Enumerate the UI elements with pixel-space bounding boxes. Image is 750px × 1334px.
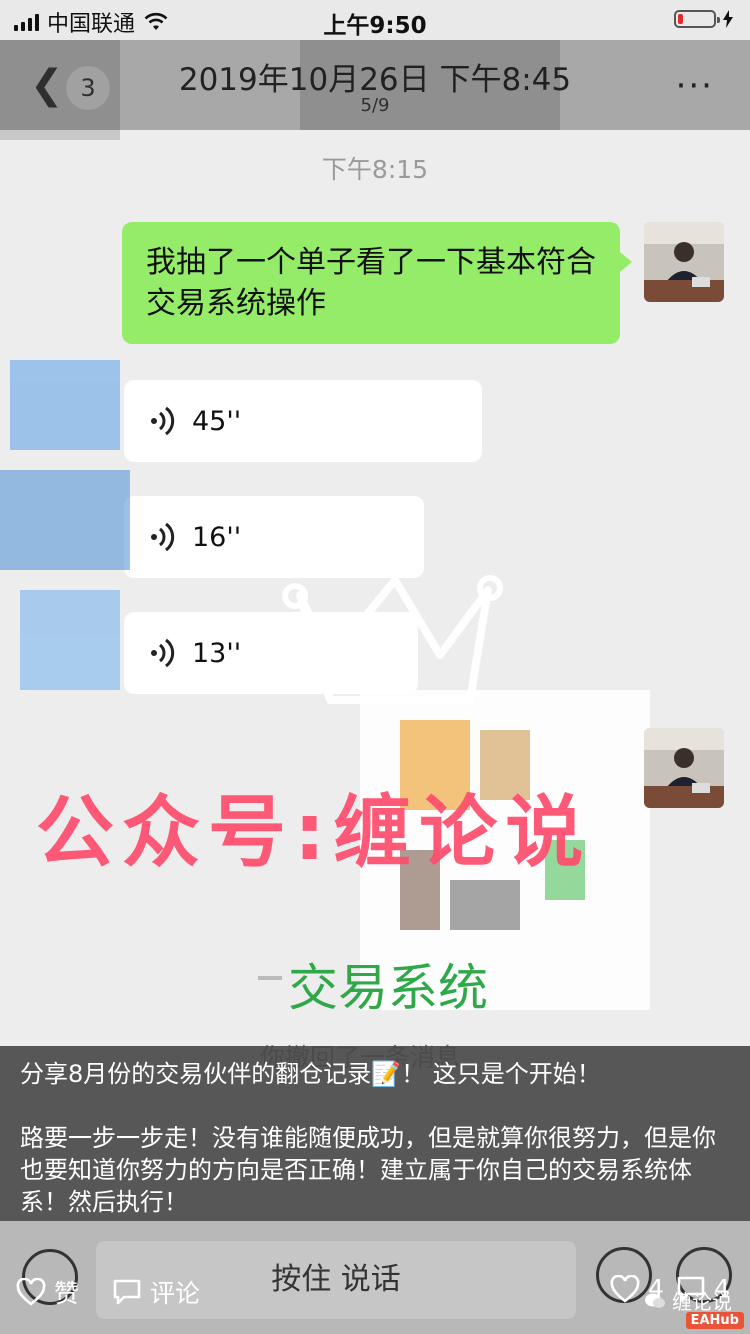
like-button[interactable]: 赞 xyxy=(16,1274,79,1310)
comment-label: 评论 xyxy=(150,1279,201,1308)
brand-watermark: 缠论说 xyxy=(644,1286,732,1315)
wechat-icon xyxy=(645,1293,665,1308)
caption-line: 分享8月份的交易伙伴的翻仓记录📝！ 这只是个开始！ xyxy=(20,1060,601,1088)
avatar[interactable] xyxy=(644,728,724,808)
post-caption: 分享8月份的交易伙伴的翻仓记录📝！ 这只是个开始！ 路要一步一步走！没有谁能随便… xyxy=(0,1046,750,1221)
divider xyxy=(258,976,282,980)
heart-icon xyxy=(16,1278,46,1306)
like-label: 赞 xyxy=(54,1279,80,1308)
watermark-subtitle: 交易系统 xyxy=(288,959,488,1017)
avatar-photo-icon xyxy=(644,728,724,808)
eahub-badge: EAHub xyxy=(685,1312,744,1329)
paint-overlay-icon xyxy=(0,40,650,1010)
comment-button[interactable]: 评论 xyxy=(112,1274,200,1310)
watermark-title: 公众号:缠论说 xyxy=(36,788,592,878)
brand-name: 缠论说 xyxy=(672,1290,732,1314)
comment-icon xyxy=(113,1279,141,1305)
caption-line: 路要一步一步走！没有谁能随便成功，但是就算你很努力，但是你也要知道你努力的方向是… xyxy=(20,1124,716,1216)
heart-icon xyxy=(610,1274,640,1303)
